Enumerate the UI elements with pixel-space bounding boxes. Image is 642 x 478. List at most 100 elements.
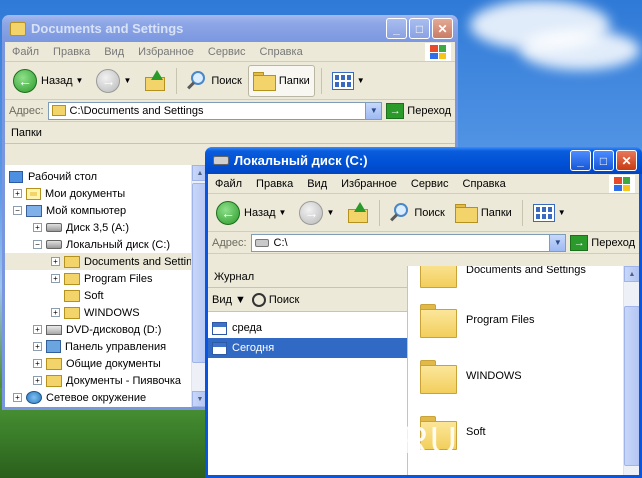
hard-drive-icon bbox=[254, 238, 269, 247]
views-button[interactable]: ▼ bbox=[529, 197, 573, 229]
tree-item-program-files[interactable]: + Program Files bbox=[5, 270, 207, 287]
views-dropdown-icon[interactable]: ▼ bbox=[558, 208, 566, 217]
forward-button[interactable]: → ▼ bbox=[295, 197, 341, 229]
menu-view[interactable]: Вид bbox=[97, 46, 131, 58]
tree-item-my-computer[interactable]: − Мой компьютер bbox=[5, 202, 207, 219]
expand-icon[interactable]: + bbox=[13, 393, 22, 402]
search-button[interactable]: Поиск bbox=[183, 65, 245, 97]
expand-icon[interactable]: + bbox=[51, 308, 60, 317]
expand-icon[interactable]: + bbox=[33, 359, 42, 368]
close-button[interactable]: ✕ bbox=[432, 18, 453, 39]
forward-button[interactable]: → ▼ bbox=[92, 65, 138, 97]
menu-help[interactable]: Справка bbox=[253, 46, 310, 58]
tree-item-floppy[interactable]: + Диск 3,5 (A:) bbox=[5, 219, 207, 236]
address-input[interactable]: C:\ ▼ bbox=[250, 233, 567, 252]
minimize-button[interactable]: _ bbox=[386, 18, 407, 39]
expand-icon[interactable]: + bbox=[33, 342, 42, 351]
back-button[interactable]: ← Назад ▼ bbox=[212, 197, 293, 229]
forward-dropdown-icon[interactable]: ▼ bbox=[123, 76, 131, 85]
expand-icon[interactable]: + bbox=[33, 223, 42, 232]
menu-edit[interactable]: Правка bbox=[249, 178, 300, 190]
expand-icon[interactable]: + bbox=[51, 257, 60, 266]
address-input[interactable]: C:\Documents and Settings ▼ bbox=[47, 101, 383, 120]
minimize-button[interactable]: _ bbox=[570, 150, 591, 171]
tree-item-user-documents[interactable]: + Документы - Пиявочка bbox=[5, 372, 207, 389]
menu-favorites[interactable]: Избранное bbox=[334, 178, 404, 190]
search-button[interactable]: Поиск bbox=[386, 197, 448, 229]
tree-item-label: Общие документы bbox=[66, 357, 161, 370]
menu-tools[interactable]: Сервис bbox=[404, 178, 456, 190]
menu-tools[interactable]: Сервис bbox=[201, 46, 253, 58]
folder-item-windows[interactable]: WINDOWS bbox=[420, 360, 522, 394]
watermark: WINDATA.RU bbox=[213, 420, 459, 462]
back-dropdown-icon[interactable]: ▼ bbox=[76, 76, 84, 85]
tree-item-soft[interactable]: Soft bbox=[5, 287, 207, 304]
expand-icon[interactable]: + bbox=[33, 325, 42, 334]
address-dropdown-icon[interactable]: ▼ bbox=[365, 102, 382, 119]
scroll-thumb[interactable] bbox=[624, 306, 639, 466]
views-dropdown-icon[interactable]: ▼ bbox=[357, 76, 365, 85]
forward-arrow-icon: → bbox=[96, 68, 121, 93]
maximize-button[interactable]: □ bbox=[593, 150, 614, 171]
tree-item-windows[interactable]: + WINDOWS bbox=[5, 304, 207, 321]
tree-item-desktop[interactable]: Рабочий стол bbox=[5, 168, 207, 185]
search-icon bbox=[187, 70, 207, 91]
tree-item-my-documents[interactable]: + Мои документы bbox=[5, 185, 207, 202]
folders-button[interactable]: Папки bbox=[247, 64, 315, 97]
folders-icon bbox=[252, 71, 276, 91]
up-button[interactable] bbox=[343, 197, 373, 229]
title-bar[interactable]: Локальный диск (C:) _ □ ✕ bbox=[205, 147, 642, 174]
history-item-today[interactable]: Сегодня bbox=[208, 338, 407, 358]
close-button[interactable]: ✕ bbox=[616, 150, 637, 171]
folder-item-program-files[interactable]: Program Files bbox=[420, 304, 534, 338]
history-search-button[interactable]: Поиск bbox=[251, 292, 299, 307]
folders-icon bbox=[454, 203, 478, 223]
folder-icon bbox=[64, 289, 80, 302]
folders-button[interactable]: Папки bbox=[451, 197, 516, 229]
tree-item-documents-and-settings[interactable]: + Documents and Settings bbox=[5, 253, 207, 270]
tree-item-local-disk-c[interactable]: − Локальный диск (C:) bbox=[5, 236, 207, 253]
history-view-button[interactable]: Вид ▼ bbox=[212, 294, 246, 306]
menu-file[interactable]: Файл bbox=[5, 46, 46, 58]
scroll-up-icon[interactable]: ▲ bbox=[624, 266, 639, 282]
address-dropdown-icon[interactable]: ▼ bbox=[549, 234, 566, 251]
up-button[interactable] bbox=[140, 65, 170, 97]
go-arrow-icon: → bbox=[386, 102, 405, 119]
back-button[interactable]: ← Назад ▼ bbox=[9, 65, 90, 97]
menu-edit[interactable]: Правка bbox=[46, 46, 97, 58]
title-bar[interactable]: Documents and Settings _ □ ✕ bbox=[2, 15, 458, 42]
expand-icon[interactable]: + bbox=[51, 274, 60, 283]
menu-view[interactable]: Вид bbox=[300, 178, 334, 190]
tree-item-label: Документы - Пиявочка bbox=[66, 374, 181, 387]
menu-help[interactable]: Справка bbox=[456, 178, 513, 190]
collapse-icon[interactable]: − bbox=[13, 206, 22, 215]
folders-label: Папки bbox=[278, 74, 310, 87]
folder-up-icon bbox=[347, 201, 369, 224]
collapse-icon[interactable]: − bbox=[33, 240, 42, 249]
folder-item-documents-and-settings[interactable]: Documents and Settings bbox=[420, 266, 586, 288]
menu-file[interactable]: Файл bbox=[208, 178, 249, 190]
expand-icon[interactable]: + bbox=[33, 376, 42, 385]
go-button[interactable]: → Переход bbox=[570, 234, 635, 251]
desktop-icon bbox=[9, 170, 23, 183]
maximize-button[interactable]: □ bbox=[409, 18, 430, 39]
tree-item-label: Documents and Settings bbox=[84, 255, 204, 268]
tree-item-label: Мой компьютер bbox=[46, 204, 127, 217]
folder-icon bbox=[10, 21, 26, 36]
tree-item-network[interactable]: + Сетевое окружение bbox=[5, 389, 207, 406]
back-dropdown-icon[interactable]: ▼ bbox=[279, 208, 287, 217]
expand-icon[interactable]: + bbox=[13, 189, 22, 198]
views-button[interactable]: ▼ bbox=[328, 65, 372, 97]
toolbar-separator bbox=[379, 199, 381, 226]
tree-item-shared-documents[interactable]: + Общие документы bbox=[5, 355, 207, 372]
tree-item-control-panel[interactable]: + Панель управления bbox=[5, 338, 207, 355]
history-item-wednesday[interactable]: среда bbox=[208, 318, 407, 338]
tree-item-dvd[interactable]: + DVD-дисковод (D:) bbox=[5, 321, 207, 338]
window-title: Documents and Settings bbox=[31, 21, 184, 36]
menu-favorites[interactable]: Избранное bbox=[131, 46, 201, 58]
vertical-scrollbar[interactable]: ▲ bbox=[623, 266, 639, 475]
go-label: Переход bbox=[591, 236, 635, 249]
forward-dropdown-icon[interactable]: ▼ bbox=[326, 208, 334, 217]
menu-bar: Файл Правка Вид Избранное Сервис Справка bbox=[208, 174, 639, 194]
go-button[interactable]: → Переход bbox=[386, 102, 451, 119]
